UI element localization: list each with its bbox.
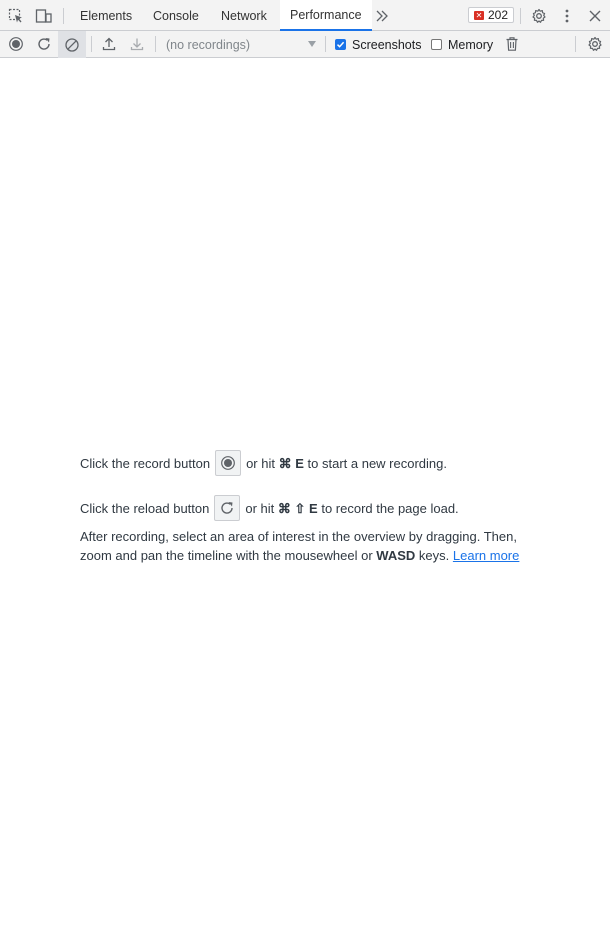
performance-landing-page: Click the record button or hit ⌘ E to st… (80, 448, 540, 565)
tab-elements[interactable]: Elements (80, 0, 132, 31)
navigation-hint: After recording, select an area of inter… (80, 527, 540, 565)
screenshots-label: Screenshots (352, 37, 422, 52)
tab-label: Console (153, 8, 199, 23)
recordings-select[interactable]: (no recordings) (166, 31, 318, 58)
clear-button[interactable] (58, 31, 86, 58)
save-profile-download-icon[interactable] (126, 33, 148, 55)
device-toolbar-icon[interactable] (33, 5, 55, 27)
separator (325, 36, 326, 52)
shortcut-e-key: E (295, 455, 304, 471)
load-profile-upload-icon[interactable] (98, 33, 120, 55)
settings-gear-icon[interactable] (528, 5, 550, 27)
instruction-text: to start a new recording. (307, 455, 447, 471)
collect-garbage-trash-icon[interactable] (501, 33, 523, 55)
tab-label: Elements (80, 8, 133, 23)
record-icon (221, 456, 235, 470)
tab-label: Performance (290, 8, 362, 22)
tab-label: Network (221, 8, 267, 23)
record-button-inline[interactable] (215, 450, 242, 476)
separator (155, 36, 156, 52)
instruction-text: or hit (245, 500, 275, 516)
more-tabs-chevron-icon[interactable] (371, 5, 393, 27)
inspect-element-icon[interactable] (5, 5, 27, 27)
instruction-text: Click the reload button (80, 500, 210, 516)
error-count-badge[interactable]: ✕ 202 (468, 7, 514, 23)
reload-icon (221, 502, 234, 514)
close-icon[interactable] (584, 5, 606, 27)
shortcut-cmd-key: ⌘ (278, 455, 292, 471)
separator (91, 36, 92, 52)
record-button[interactable] (5, 33, 27, 55)
error-count: 202 (487, 8, 509, 22)
recordings-select-value: (no recordings) (166, 37, 251, 52)
chevron-down-icon (308, 41, 316, 47)
memory-label: Memory (448, 37, 494, 52)
memory-checkbox[interactable]: Memory (431, 31, 493, 58)
error-icon: ✕ (473, 10, 484, 20)
separator (575, 36, 576, 52)
separator (520, 8, 521, 24)
more-options-kebab-icon[interactable] (556, 5, 578, 27)
tab-console[interactable]: Console (153, 0, 199, 31)
instruction-text: Click the record button (80, 455, 211, 471)
checkbox-unchecked-icon[interactable] (431, 39, 442, 50)
hint-text: After recording, select an area of inter… (80, 529, 517, 563)
tab-performance[interactable]: Performance (280, 0, 372, 31)
record-instruction: Click the record button or hit ⌘ E to st… (80, 448, 540, 478)
instruction-text: to record the page load. (321, 500, 459, 516)
separator (63, 8, 64, 24)
reload-button-inline[interactable] (214, 495, 241, 521)
reload-instruction: Click the reload button or hit ⌘ ⇧ E to … (80, 493, 540, 523)
shortcut-shift-key: ⇧ (294, 500, 306, 516)
hint-keys: WASD (376, 548, 416, 563)
screenshots-checkbox[interactable]: Screenshots (335, 31, 421, 58)
capture-settings-gear-icon[interactable] (584, 33, 606, 55)
shortcut-e-key: E (309, 500, 318, 516)
devtools-tab-bar: Elements Console Network Performance ✕ 2… (0, 0, 610, 31)
instruction-text: or hit (246, 455, 275, 471)
checkbox-checked-icon[interactable] (335, 39, 346, 50)
learn-more-link[interactable]: Learn more (453, 548, 519, 563)
hint-text: keys. (418, 548, 450, 563)
tab-network[interactable]: Network (221, 0, 267, 31)
shortcut-cmd-key: ⌘ (277, 500, 291, 516)
reload-record-button[interactable] (33, 33, 55, 55)
